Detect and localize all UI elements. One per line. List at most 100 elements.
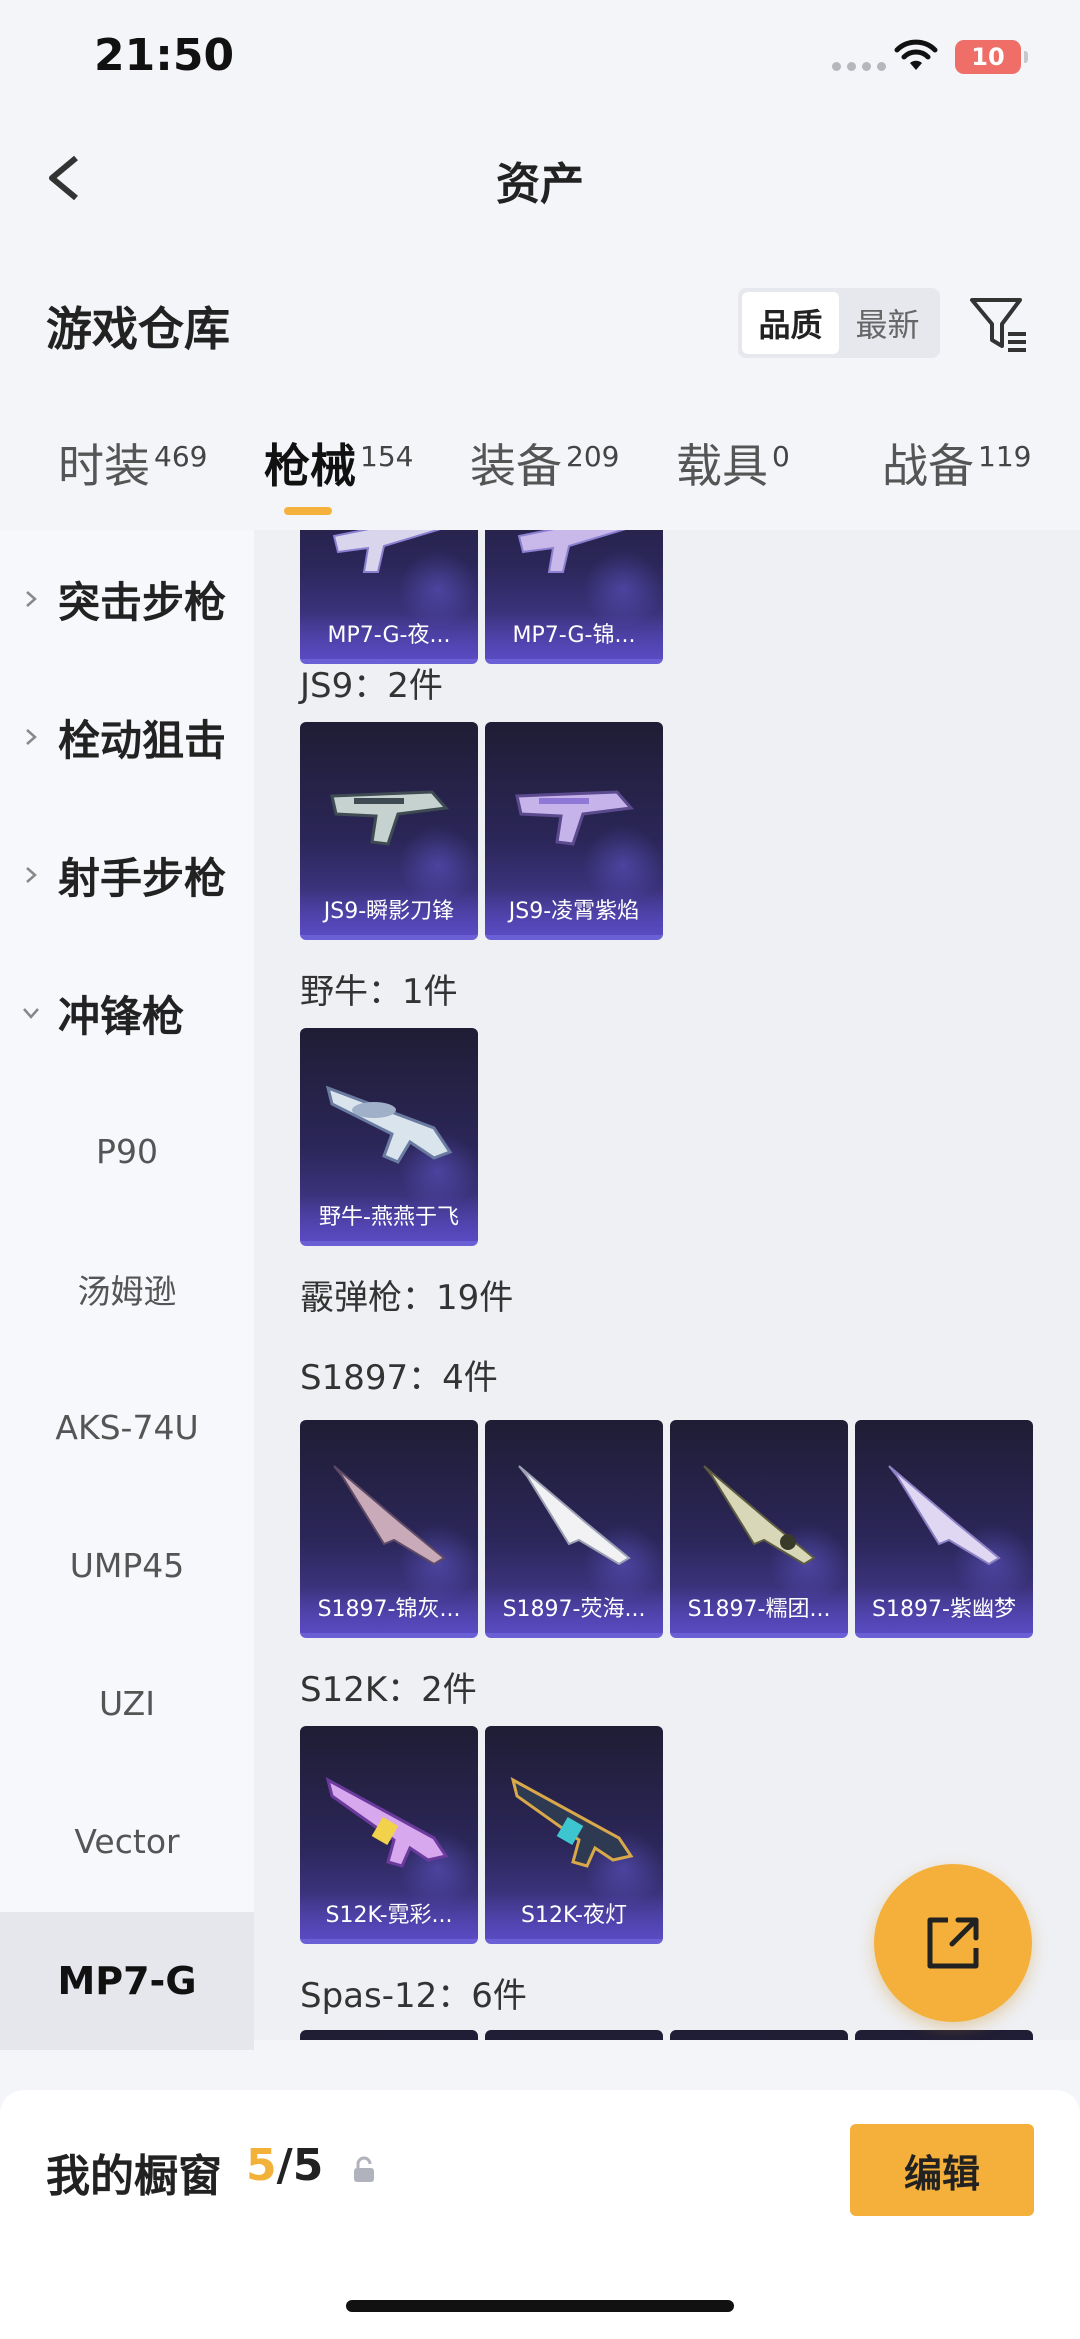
smg-skin-icon <box>332 530 441 573</box>
weapon-card[interactable]: S12K-霓彩... <box>300 1726 478 1944</box>
sidebar-item-ump45[interactable]: UMP45 <box>0 1496 254 1634</box>
weapon-card[interactable]: MP7-G-夜... <box>300 530 478 664</box>
cellular-signal-icon <box>832 62 886 71</box>
sidebar-group-label: 栓动狙击 <box>58 715 227 765</box>
sidebar-item-thompson[interactable]: 汤姆逊 <box>0 1220 254 1358</box>
smg-skin-icon <box>325 1085 453 1164</box>
smg-skin-icon <box>515 790 634 846</box>
tab-fashion[interactable]: 时装 469 <box>58 430 207 496</box>
tab-label: 战备 <box>882 439 974 493</box>
weapon-card[interactable]: S1897-锦灰... <box>300 1420 478 1638</box>
weapon-card-label: JS9-瞬影刀锋 <box>300 889 478 935</box>
status-bar: 21:50 10 <box>0 0 1080 120</box>
shotgun-skin-icon <box>888 1465 1001 1566</box>
sidebar-group-label: 冲锋枪 <box>58 991 185 1041</box>
sort-quality-option[interactable]: 品质 <box>742 292 839 354</box>
sidebar-group-assault-rifle[interactable]: 突击步枪 <box>0 530 254 668</box>
shotgun-skin-icon <box>703 1465 816 1566</box>
battery-icon: 10 <box>955 40 1028 74</box>
tab-label: 枪械 <box>264 439 356 493</box>
category-tabs: 时装 469 枪械 154 装备 209 载具 0 战备 119 <box>0 430 1080 530</box>
chevron-down-icon <box>23 1008 39 1019</box>
weapon-card-label: JS9-凌霄紫焰 <box>485 889 663 935</box>
section-title-shotgun: 霰弹枪：19件 <box>300 1278 514 1318</box>
shotgun-skin-icon <box>518 1465 631 1566</box>
weapon-category-sidebar: 突击步枪 栓动狙击 射手步枪 冲锋枪 P90 汤姆逊 AKS-74U UMP45… <box>0 530 254 2050</box>
tab-firearms[interactable]: 枪械 154 <box>264 430 413 496</box>
sidebar-item-vector[interactable]: Vector <box>0 1772 254 1910</box>
weapon-card-label: S12K-夜灯 <box>485 1893 663 1939</box>
filter-icon[interactable] <box>966 292 1030 356</box>
weapon-card-label: S1897-荧海... <box>485 1587 663 1633</box>
sort-latest-option[interactable]: 最新 <box>839 292 936 354</box>
showcase-count-total: /5 <box>276 2140 324 2191</box>
section-title-spas12: Spas-12：6件 <box>300 1976 527 2016</box>
weapon-card[interactable] <box>670 2030 848 2040</box>
tab-label: 时装 <box>58 439 150 493</box>
sort-toggle[interactable]: 品质 最新 <box>738 288 940 358</box>
weapon-card[interactable] <box>300 2030 478 2040</box>
sidebar-item-uzi[interactable]: UZI <box>0 1634 254 1772</box>
weapon-card-label: MP7-G-夜... <box>300 613 478 659</box>
weapon-card[interactable] <box>855 2030 1033 2040</box>
weapon-card[interactable] <box>485 2030 663 2040</box>
tab-count: 209 <box>566 439 620 473</box>
weapon-grid: MP7-G-夜... MP7-G-锦... JS9：2件 JS9-瞬影刀锋 JS… <box>254 530 1080 2040</box>
tab-label: 载具 <box>676 439 768 493</box>
shotgun-skin-icon <box>333 1465 446 1566</box>
tab-battle-prep[interactable]: 战备 119 <box>882 430 1031 496</box>
warehouse-title: 游戏仓库 <box>46 302 230 356</box>
section-title-bizon: 野牛：1件 <box>300 972 458 1012</box>
weapon-card[interactable]: 野牛-燕燕于飞 <box>300 1028 478 1246</box>
page-title: 资产 <box>496 159 584 210</box>
sidebar-item-mp7g[interactable]: MP7-G <box>0 1912 254 2050</box>
edit-button[interactable]: 编辑 <box>850 2124 1034 2216</box>
showcase-count: 5/5 <box>246 2140 323 2191</box>
weapon-card-label: S1897-糯团... <box>670 1587 848 1633</box>
weapon-card[interactable]: JS9-瞬影刀锋 <box>300 722 478 940</box>
smg-skin-icon <box>330 790 449 846</box>
shotgun-skin-icon <box>510 1777 634 1868</box>
tab-count: 0 <box>772 439 790 473</box>
sidebar-item-aks74u[interactable]: AKS-74U <box>0 1358 254 1496</box>
weapon-card[interactable]: S12K-夜灯 <box>485 1726 663 1944</box>
sidebar-group-label: 突击步枪 <box>58 577 227 627</box>
weapon-card-label: 野牛-燕燕于飞 <box>300 1195 478 1241</box>
status-time: 21:50 <box>94 30 235 81</box>
sidebar-group-smg[interactable]: 冲锋枪 <box>0 944 254 1082</box>
share-icon <box>927 1917 979 1969</box>
section-title-s1897: S1897：4件 <box>300 1358 498 1398</box>
chevron-right-icon <box>26 591 37 607</box>
weapon-card-label: S1897-紫幽梦 <box>855 1587 1033 1633</box>
showcase-count-current: 5 <box>246 2140 277 2191</box>
active-tab-indicator <box>284 507 332 515</box>
sidebar-item-p90[interactable]: P90 <box>0 1082 254 1220</box>
tab-vehicles[interactable]: 载具 0 <box>676 430 790 496</box>
sidebar-group-bolt-sniper[interactable]: 栓动狙击 <box>0 668 254 806</box>
tab-equipment[interactable]: 装备 209 <box>470 430 619 496</box>
weapon-card-label: S1897-锦灰... <box>300 1587 478 1633</box>
sidebar-group-label: 射手步枪 <box>58 853 227 903</box>
smg-skin-icon <box>517 530 626 573</box>
sidebar-group-marksman-rifle[interactable]: 射手步枪 <box>0 806 254 944</box>
section-title-s12k: S12K：2件 <box>300 1670 477 1710</box>
weapon-card[interactable]: S1897-荧海... <box>485 1420 663 1638</box>
weapon-card[interactable]: S1897-紫幽梦 <box>855 1420 1033 1638</box>
section-title-js9: JS9：2件 <box>300 666 443 706</box>
tab-label: 装备 <box>470 439 562 493</box>
tab-count: 154 <box>360 439 414 473</box>
weapon-card-label: MP7-G-锦... <box>485 613 663 659</box>
showcase-title: 我的橱窗 <box>46 2151 222 2202</box>
weapon-card[interactable]: JS9-凌霄紫焰 <box>485 722 663 940</box>
home-indicator <box>346 2300 734 2312</box>
shotgun-skin-icon <box>325 1777 449 1868</box>
wifi-icon <box>894 39 938 70</box>
weapon-card[interactable]: MP7-G-锦... <box>485 530 663 664</box>
showcase-bar: 我的橱窗 5/5 编辑 <box>0 2090 1080 2339</box>
chevron-right-icon <box>26 729 37 745</box>
lock-icon <box>354 2156 374 2182</box>
weapon-card[interactable]: S1897-糯团... <box>670 1420 848 1638</box>
share-button[interactable] <box>874 1864 1032 2022</box>
weapon-card-label: S12K-霓彩... <box>300 1893 478 1939</box>
chevron-right-icon <box>26 867 37 883</box>
